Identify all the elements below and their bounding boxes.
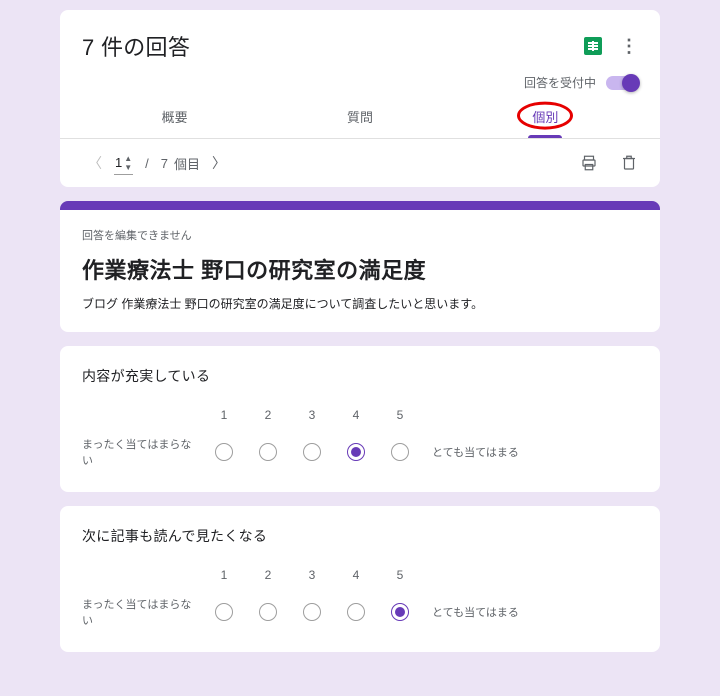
edit-disabled-notice: 回答を編集できません [82,227,638,243]
pager-slash: / [145,156,149,171]
question-title: 次に記事も読んで見たくなる [82,526,638,546]
response-pager: 〈 1 ▲▼ / 7 個目 〉 [60,138,660,187]
stepper-icon: ▲▼ [124,154,132,172]
accepting-responses-label: 回答を受付中 [524,74,596,91]
form-title: 作業療法士 野口の研究室の満足度 [82,253,638,285]
more-menu-icon[interactable]: ⋮ [620,37,638,55]
scale-high-label: とても当てはまる [422,444,519,460]
responses-count-title: 7 件の回答 [82,30,190,62]
scale-option-1[interactable] [215,443,233,461]
scale-option-4[interactable] [347,603,365,621]
tab-individual[interactable]: 個別 [453,95,638,138]
tab-question-label: 質問 [347,110,373,125]
tab-summary-label: 概要 [162,110,188,125]
scale-number: 5 [397,568,404,582]
response-index-value: 1 [115,155,122,170]
scale-number: 1 [221,408,228,422]
scale-number: 3 [309,568,316,582]
scale-number: 2 [265,408,272,422]
scale-option-2[interactable] [259,603,277,621]
delete-response-icon[interactable] [620,154,638,172]
scale-high-label: とても当てはまる [422,604,519,620]
scale-number: 3 [309,408,316,422]
next-response-button[interactable]: 〉 [206,149,232,177]
response-unit-label: 個目 [174,154,200,173]
print-icon[interactable] [580,154,598,172]
scale-number: 2 [265,568,272,582]
question-card: 内容が充実している 1 2 3 4 5 まったく当てはまらない とても当てはまる [60,346,660,492]
scale-option-4[interactable] [347,443,365,461]
response-total: 7 [161,156,168,171]
scale-option-1[interactable] [215,603,233,621]
tab-question[interactable]: 質問 [267,95,452,138]
sheets-icon[interactable] [584,37,602,55]
responses-tabs: 概要 質問 個別 [82,95,638,138]
scale-option-3[interactable] [303,603,321,621]
scale-number: 1 [221,568,228,582]
prev-response-button[interactable]: 〈 [82,149,108,177]
scale-number: 5 [397,408,404,422]
scale-number: 4 [353,408,360,422]
tab-summary[interactable]: 概要 [82,95,267,138]
scale-option-5[interactable] [391,603,409,621]
question-title: 内容が充実している [82,366,638,386]
scale-option-5[interactable] [391,443,409,461]
scale-low-label: まったく当てはまらない [82,436,202,468]
scale-option-2[interactable] [259,443,277,461]
tab-individual-label: 個別 [532,110,558,125]
scale-number: 4 [353,568,360,582]
scale-low-label: まったく当てはまらない [82,596,202,628]
response-index-input[interactable]: 1 ▲▼ [114,152,133,175]
accepting-responses-toggle[interactable] [606,76,638,90]
question-card: 次に記事も読んで見たくなる 1 2 3 4 5 まったく当てはまらない とても当… [60,506,660,652]
form-header-card: 回答を編集できません 作業療法士 野口の研究室の満足度 ブログ 作業療法士 野口… [60,201,660,332]
scale-option-3[interactable] [303,443,321,461]
form-description: ブログ 作業療法士 野口の研究室の満足度について調査したいと思います。 [82,295,638,312]
